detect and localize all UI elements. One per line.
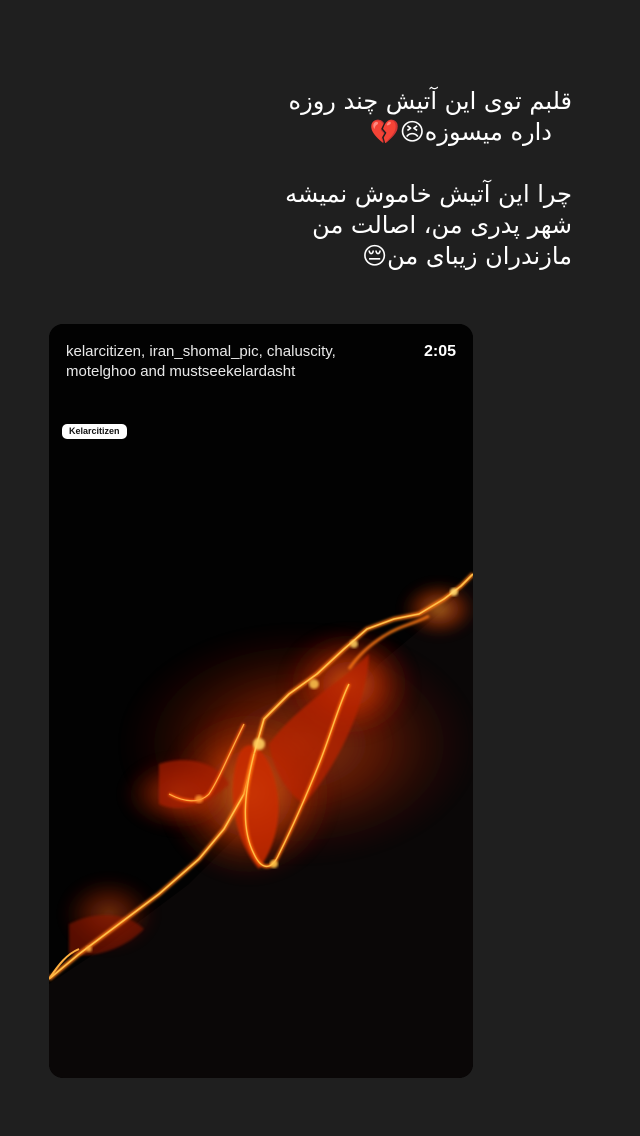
accounts-line: kelarcitizen, iran_shomal_pic, chaluscit… — [66, 343, 336, 360]
story-caption: قلبم توی این آتیش چند روزه داره میسوزه😣💔… — [180, 86, 572, 272]
accounts-line: motelghoo and mustseekelardasht — [66, 363, 296, 380]
caption-line: قلبم توی این آتیش چند روزه — [288, 87, 572, 115]
caption-line: چرا این آتیش خاموش نمیشه — [285, 180, 572, 208]
post-header: kelarcitizen, iran_shomal_pic, chaluscit… — [66, 342, 456, 382]
caption-line: مازندران زیبای من😔 — [362, 242, 572, 270]
video-duration: 2:05 — [423, 343, 456, 360]
story-screen: قلبم توی این آتیش چند روزه داره میسوزه😣💔… — [0, 0, 640, 1136]
caption-line: داره میسوزه😣💔 — [369, 118, 552, 146]
mention-tag[interactable]: Kelarcitizen — [62, 424, 127, 439]
post-accounts[interactable]: kelarcitizen, iran_shomal_pic, chaluscit… — [66, 342, 396, 382]
shared-post-card[interactable]: kelarcitizen, iran_shomal_pic, chaluscit… — [49, 324, 473, 1078]
caption-line: شهر پدری من، اصالت من — [312, 211, 572, 239]
